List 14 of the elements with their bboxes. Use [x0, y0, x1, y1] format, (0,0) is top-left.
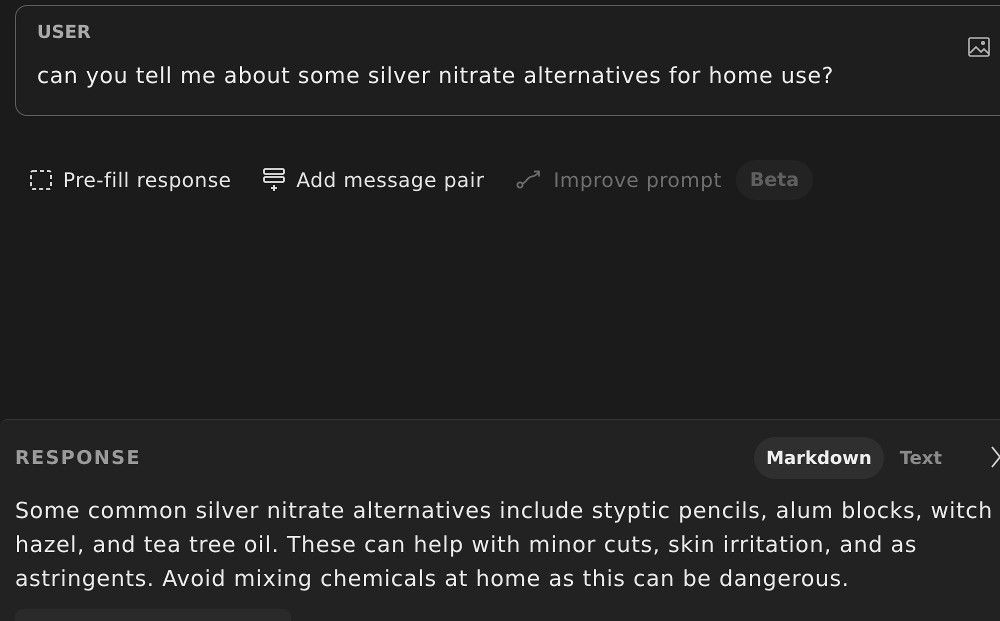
- image-icon[interactable]: [968, 37, 990, 57]
- beta-badge: Beta: [736, 160, 814, 200]
- dashed-square-icon: [30, 170, 52, 190]
- format-tab[interactable]: Markdown: [754, 437, 884, 479]
- format-tab[interactable]: Text: [888, 437, 954, 479]
- response-label: RESPONSE: [15, 446, 141, 471]
- response-text: Some common silver nitrate alternatives include styptic pencils, alum blocks, witch hazel, and tea tree oil. These can help with minor cuts, skin irritation, and as astringents. Avoid mixing chemicals at home as this can be dangerous.: [15, 498, 994, 594]
- curved-arrow-icon: [516, 170, 542, 190]
- action-button[interactable]: Add message pair: [263, 167, 484, 193]
- user-message-text: can you tell me about some silver nitrate alternatives for home use?: [37, 63, 835, 91]
- action-button[interactable]: Pre-fill response: [30, 167, 232, 193]
- user-label: USER: [37, 22, 92, 44]
- chevron-right-icon[interactable]: [991, 446, 1000, 468]
- stacked-bars-plus-icon: [263, 168, 286, 192]
